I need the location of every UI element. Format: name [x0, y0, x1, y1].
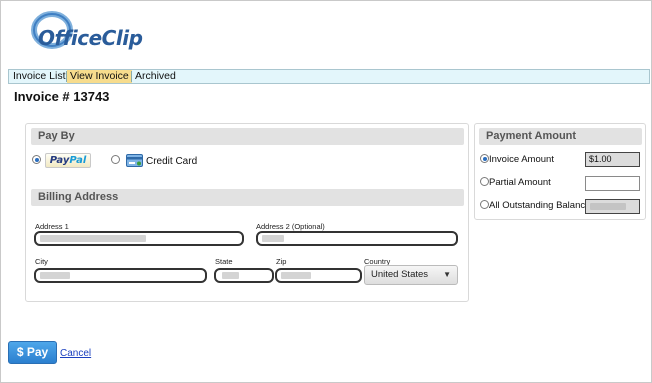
partial-amount-radio[interactable]	[480, 177, 489, 186]
country-select[interactable]: United States ▼	[364, 265, 458, 285]
city-input[interactable]	[34, 268, 207, 283]
credit-card-icon	[126, 154, 143, 167]
credit-card-radio[interactable]	[111, 155, 120, 164]
paypal-radio[interactable]	[32, 155, 41, 164]
pay-by-header: Pay By	[31, 128, 464, 145]
payment-amount-panel: Payment Amount Invoice Amount $1.00 Part…	[474, 123, 646, 220]
invoice-amount-field: $1.00	[585, 152, 640, 167]
address2-label: Address 2 (Optional)	[256, 222, 325, 231]
redacted-value	[262, 235, 284, 242]
address1-input[interactable]	[34, 231, 244, 246]
officeclip-logo: OfficeClip	[30, 8, 143, 54]
cancel-link[interactable]: Cancel	[60, 348, 91, 359]
city-label: City	[35, 257, 48, 266]
all-outstanding-label: All Outstanding Balance	[489, 200, 591, 211]
pay-button[interactable]: $ Pay	[8, 341, 57, 364]
tab-view-invoice[interactable]: View Invoice	[67, 70, 132, 83]
logo-text: OfficeClip	[38, 26, 143, 50]
address2-input[interactable]	[256, 231, 458, 246]
invoice-amount-radio[interactable]	[480, 154, 489, 163]
billing-address-header: Billing Address	[31, 189, 464, 206]
zip-label: Zip	[276, 257, 287, 266]
redacted-value	[281, 272, 311, 279]
redacted-value	[222, 272, 239, 279]
state-input[interactable]	[214, 268, 274, 283]
redacted-value	[40, 272, 70, 279]
tab-bar: Invoice List View Invoice Archived	[8, 69, 650, 84]
page-title: Invoice # 13743	[14, 89, 110, 104]
redacted-value	[590, 203, 626, 210]
tab-invoice-list[interactable]: Invoice List	[10, 70, 69, 83]
zip-input[interactable]	[275, 268, 362, 283]
tab-archived[interactable]: Archived	[132, 70, 179, 83]
payment-details-panel: Pay By PayPal Credit Card Billing Addres…	[25, 123, 469, 302]
country-value: United States	[371, 269, 429, 280]
redacted-value	[40, 235, 146, 242]
state-label: State	[215, 257, 233, 266]
credit-card-label: Credit Card	[146, 156, 198, 167]
address1-label: Address 1	[35, 222, 69, 231]
payment-amount-header: Payment Amount	[479, 128, 642, 145]
all-outstanding-field	[585, 199, 640, 214]
paypal-logo[interactable]: PayPal	[45, 153, 91, 168]
invoice-amount-label: Invoice Amount	[489, 154, 554, 165]
partial-amount-input[interactable]	[585, 176, 640, 191]
all-outstanding-radio[interactable]	[480, 200, 489, 209]
partial-amount-label: Partial Amount	[489, 177, 551, 188]
chevron-down-icon: ▼	[443, 270, 451, 279]
